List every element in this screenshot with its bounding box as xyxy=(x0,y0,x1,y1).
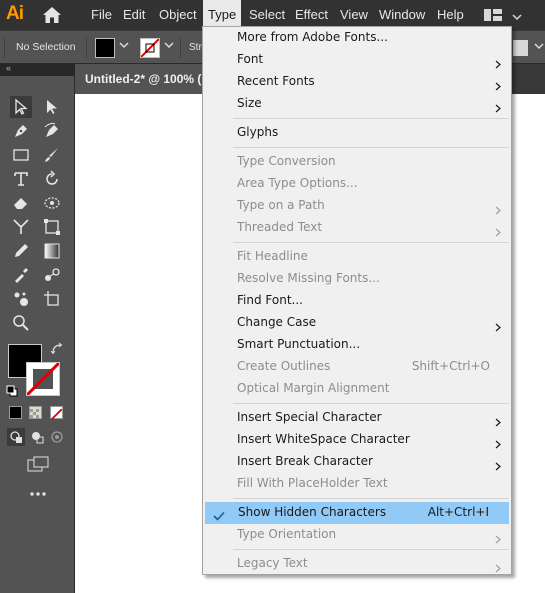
home-icon[interactable] xyxy=(41,6,63,29)
menu-item-area-type-options[interactable]: Area Type Options... xyxy=(204,173,510,195)
more-tools-icon[interactable] xyxy=(26,486,50,502)
swap-fill-stroke-icon[interactable] xyxy=(50,342,64,361)
artboard-tool-icon[interactable] xyxy=(41,288,63,310)
menu-item-glyphs[interactable]: Glyphs xyxy=(204,122,510,144)
menu-item-fill-with-placeholder-text[interactable]: Fill With PlaceHolder Text xyxy=(204,473,510,495)
chevron-down-icon[interactable] xyxy=(164,40,174,53)
none-mode-button[interactable] xyxy=(50,406,63,421)
rectangle-tool-icon[interactable] xyxy=(10,144,32,166)
screen-mode-icon[interactable] xyxy=(25,454,51,474)
pen-tool-icon[interactable] xyxy=(10,120,32,142)
menu-divider xyxy=(233,549,509,550)
menu-file[interactable]: File xyxy=(86,0,117,30)
chevron-down-icon[interactable] xyxy=(119,40,129,53)
menu-item-more-from-adobe-fonts[interactable]: More from Adobe Fonts... xyxy=(204,27,510,49)
control-dropdown[interactable] xyxy=(513,40,528,56)
selection-status: No Selection xyxy=(16,41,76,53)
type-tool-icon[interactable] xyxy=(10,168,32,190)
stroke-label[interactable]: Str xyxy=(189,42,202,53)
menu-item-smart-punctuation[interactable]: Smart Punctuation... xyxy=(204,334,510,356)
menu-item-fit-headline[interactable]: Fit Headline xyxy=(204,246,510,268)
draw-behind-icon[interactable] xyxy=(28,428,46,446)
menu-item-change-case[interactable]: Change Case xyxy=(204,312,510,334)
menu-divider xyxy=(233,147,509,148)
menu-edit[interactable]: Edit xyxy=(118,0,150,30)
divider xyxy=(180,37,181,58)
symbol-sprayer-tool-icon[interactable] xyxy=(10,288,32,310)
collapse-panel-icon[interactable]: ‹‹ xyxy=(6,63,11,73)
menu-item-find-font[interactable]: Find Font... xyxy=(204,290,510,312)
stroke-swatch-large[interactable] xyxy=(26,362,60,396)
chevron-down-icon[interactable] xyxy=(512,9,522,27)
menu-divider xyxy=(233,242,509,243)
selection-tool-icon[interactable] xyxy=(10,96,32,118)
fill-color-swatch[interactable] xyxy=(95,38,115,58)
divider xyxy=(86,37,87,58)
toolbox-header: ‹‹ xyxy=(0,63,75,76)
draw-normal-icon[interactable] xyxy=(7,428,25,446)
menu-object[interactable]: Object xyxy=(154,0,202,30)
puppet-warp-tool-icon[interactable] xyxy=(41,192,63,214)
menu-item-threaded-text[interactable]: Threaded Text xyxy=(204,217,510,239)
zoom-tool-icon[interactable] xyxy=(10,312,32,334)
paintbrush-tool-icon[interactable] xyxy=(41,144,63,166)
direct-selection-tool-icon[interactable] xyxy=(41,96,63,118)
menu-divider xyxy=(233,498,509,499)
chevron-right-icon xyxy=(495,99,501,120)
shortcut-label: Alt+Ctrl+I xyxy=(427,505,489,519)
shape-builder-tool-icon[interactable] xyxy=(10,216,32,238)
menu-divider xyxy=(233,118,509,119)
curvature-tool-icon[interactable] xyxy=(41,120,63,142)
color-mode-button[interactable] xyxy=(9,406,22,419)
menu-item-recent-fonts[interactable]: Recent Fonts xyxy=(204,71,510,93)
rotate-tool-icon[interactable] xyxy=(41,168,63,190)
eyedropper-tool-icon[interactable] xyxy=(10,264,32,286)
menu-item-type-orientation[interactable]: Type Orientation xyxy=(204,524,510,546)
eraser-tool-icon[interactable] xyxy=(10,192,32,214)
chevron-down-icon[interactable] xyxy=(534,39,544,56)
workspace-switcher-icon[interactable] xyxy=(483,8,503,27)
shortcut-label: Shift+Ctrl+O xyxy=(411,359,490,373)
menu-item-insert-whitespace-character[interactable]: Insert WhiteSpace Character xyxy=(204,429,510,451)
type-menu-dropdown: More from Adobe Fonts... Font Recent Fon… xyxy=(202,26,512,575)
menu-item-type-on-a-path[interactable]: Type on a Path xyxy=(204,195,510,217)
draw-inside-icon[interactable] xyxy=(48,428,66,446)
chevron-right-icon xyxy=(495,223,501,244)
tools-panel xyxy=(0,76,75,593)
free-transform-tool-icon[interactable] xyxy=(41,216,63,238)
document-tab[interactable]: Untitled-2* @ 100% (RG xyxy=(75,64,215,94)
menu-item-insert-special-character[interactable]: Insert Special Character xyxy=(204,407,510,429)
menu-item-font[interactable]: Font xyxy=(204,49,510,71)
stroke-color-swatch[interactable] xyxy=(140,38,160,58)
app-logo: Ai xyxy=(6,3,24,24)
blend-tool-icon[interactable] xyxy=(41,264,63,286)
chevron-right-icon xyxy=(495,530,501,551)
default-fill-stroke-icon[interactable] xyxy=(6,384,18,402)
menu-item-create-outlines[interactable]: Create Outlines Shift+Ctrl+O xyxy=(204,356,510,378)
pencil-tool-icon[interactable] xyxy=(10,240,32,262)
menu-item-size[interactable]: Size xyxy=(204,93,510,115)
gradient-tool-icon[interactable] xyxy=(41,240,63,262)
menu-item-show-hidden-characters[interactable]: Show Hidden Characters Alt+Ctrl+I xyxy=(205,502,509,524)
menu-item-optical-margin-alignment[interactable]: Optical Margin Alignment xyxy=(204,378,510,400)
menu-item-type-conversion[interactable]: Type Conversion xyxy=(204,151,510,173)
menu-divider xyxy=(233,403,509,404)
menu-item-legacy-text[interactable]: Legacy Text xyxy=(204,553,510,575)
menu-item-insert-break-character[interactable]: Insert Break Character xyxy=(204,451,510,473)
menu-item-resolve-missing-fonts[interactable]: Resolve Missing Fonts... xyxy=(204,268,510,290)
chevron-right-icon xyxy=(495,559,501,580)
gradient-mode-button[interactable] xyxy=(29,406,42,419)
divider xyxy=(4,37,5,58)
